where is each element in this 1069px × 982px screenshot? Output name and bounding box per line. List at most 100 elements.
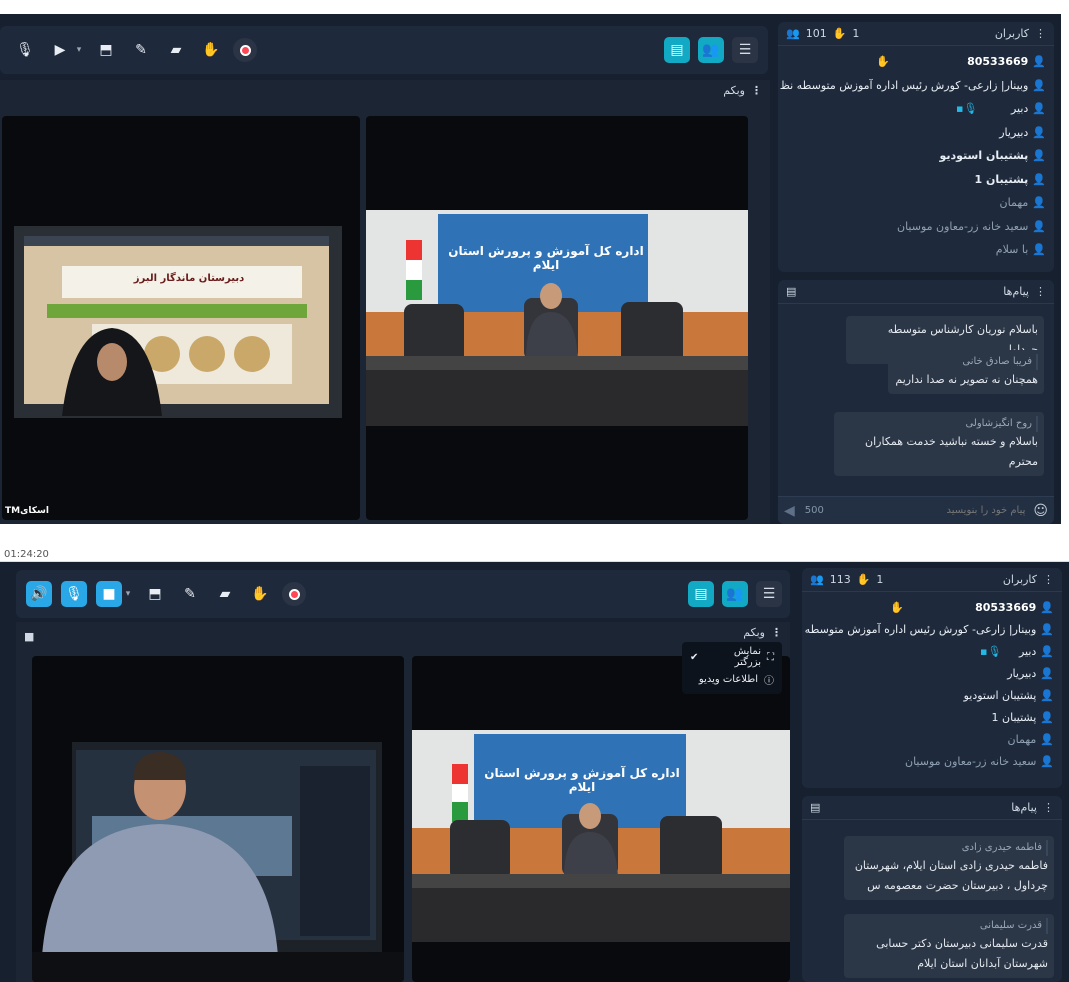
user-row[interactable]: 👤 وبینار| زارعی- کورش رئیس اداره آموزش مت… [802, 618, 1054, 640]
user-name: 80533669 [975, 600, 1037, 614]
main-toolbar: 🔊 🎙 ■ ▾ ⬒ ✎ ▰ ✋ ▤ 👥 ☰ [16, 570, 790, 618]
more-icon[interactable]: ⋮ [1043, 573, 1054, 586]
user-row[interactable]: 👤 80533669 ✋ [786, 50, 1046, 74]
user-row[interactable]: 👤 مهمان [786, 191, 1046, 215]
webcam-options-menu: ⛶ نمایش بزرگتر ✔ ⓘ اطلاعات ویدیو [682, 642, 782, 694]
message-text: باسلام و خسته نباشید خدمت همکاران محترم [865, 435, 1038, 468]
user-icon: 👤 [1032, 172, 1046, 186]
user-row[interactable]: 👤 با سلام [786, 238, 1046, 262]
user-row[interactable]: 👤 سعید خانه زر-معاون موسیان [810, 750, 1054, 772]
shared-screen-banner: دبیرستان ماندگار البرز [133, 273, 245, 284]
menu-item-video-info[interactable]: ⓘ اطلاعات ویدیو [690, 668, 774, 690]
camera-icon[interactable]: ■ [96, 581, 122, 607]
more-icon[interactable]: ⋮ [771, 626, 782, 639]
camera-off-icon[interactable]: ▶ [47, 37, 73, 63]
chat-icon[interactable]: ▤ [664, 37, 690, 63]
user-name: مهمان [999, 196, 1029, 210]
user-row[interactable]: 👤 پشتیبان استودیو [810, 684, 1054, 706]
users-icon: 👥 [786, 27, 800, 40]
raise-hand-icon: ✋ [890, 600, 904, 614]
speaker-icon[interactable]: 🔊 [26, 581, 52, 607]
video-tile-presenter[interactable]: TMاسکای دبیرستان ماندگار البرز [2, 116, 360, 520]
share-screen-icon[interactable]: ⬒ [142, 581, 168, 607]
user-row[interactable]: 👤 پشتیبان 1 [810, 706, 1054, 728]
user-row[interactable]: 👤 پشتیبان استودیو [786, 144, 1047, 168]
user-name: پشتیبان استودیو [939, 149, 1029, 163]
record-icon[interactable] [233, 38, 257, 62]
video-tile-presenter[interactable] [32, 656, 404, 982]
menu-icon[interactable]: ☰ [732, 37, 758, 63]
users-list: 👤 80533669 ✋ 👤 وبینار| زارعی- کورش رئیس ادا… [778, 46, 1054, 266]
message-text: فاطمه حیدری زادی استان ایلام، شهرستان چر… [854, 859, 1048, 892]
emoji-icon[interactable]: ☺ [1033, 503, 1048, 519]
user-row[interactable]: 👤 دبیر 🎙▪ [786, 97, 1046, 121]
user-icon: 👤 [1040, 644, 1054, 658]
chat-message: روح انگیزشاولی باسلام و خسته نباشید خدمت… [834, 412, 1044, 476]
folder-icon[interactable]: ▰ [163, 37, 189, 63]
send-icon[interactable]: ◀ [784, 503, 795, 519]
menu-item-label: نمایش بزرگتر [733, 646, 761, 668]
screenshot-bottom: 01:24:20 🔊 🎙 ■ ▾ ⬒ ✎ ▰ ✋ ▤ 👥 ☰ ■ وبکم ⋮ [0, 548, 1069, 982]
user-row[interactable]: 👤 پشتیبان 1 [786, 168, 1046, 192]
main-toolbar: 🎙 ▶ ▾ ⬒ ✎ ▰ ✋ ▤ 👥 ☰ [0, 26, 768, 74]
more-icon[interactable]: ⋮ [751, 84, 762, 97]
chat-header: ▤ پیام‌ها ⋮ [802, 796, 1062, 820]
folder-icon[interactable]: ▰ [212, 581, 238, 607]
char-counter: 500 [804, 505, 824, 516]
video-tile-room[interactable]: اداره کل آموزش و پرورش استان ایلام [412, 656, 790, 982]
video-tile-room[interactable]: اداره کل آموزش و پرورش استان ایلام [366, 116, 748, 520]
message-text: قدرت سلیمانی دبیرستان دکتر حسابی شهرستان… [876, 937, 1048, 970]
users-icon[interactable]: 👥 [722, 581, 748, 607]
brush-icon[interactable]: ✎ [177, 581, 203, 607]
user-icon: 👤 [1032, 196, 1046, 210]
user-row[interactable]: 👤 دبیریار [786, 121, 1046, 145]
message-author: قدرت سلیمانی [850, 918, 1048, 934]
more-icon[interactable]: ⋮ [1035, 285, 1046, 298]
users-panel: 👥 113 ✋ 1 کاربران ⋮ 👤 80533669 ✋ 👤 وبینار| … [802, 568, 1062, 788]
chevron-down-icon[interactable]: ▾ [74, 37, 84, 63]
raise-hand-icon[interactable]: ✋ [247, 581, 273, 607]
chat-panel: ▤ پیام‌ها ⋮ فاطمه حیدری زادی فاطمه حیدری … [802, 796, 1062, 982]
brush-icon[interactable]: ✎ [128, 37, 154, 63]
chat-input[interactable] [885, 505, 1026, 516]
chevron-down-icon[interactable]: ▾ [123, 581, 133, 607]
user-row[interactable]: 👤 دبیریار [810, 662, 1054, 684]
user-row[interactable]: 👤 سعید خانه زر-معاون موسیان [786, 215, 1046, 239]
user-row[interactable]: 👤 وبینار| زارعی- کورش رئیس اداره آموزش مت… [780, 74, 1046, 98]
user-name: دبیر [1018, 644, 1037, 658]
user-icon: 👤 [1040, 754, 1054, 768]
chat-message: فاطمه حیدری زادی فاطمه حیدری زادی استان … [844, 836, 1054, 900]
user-row[interactable]: 👤 دبیر 🎙▪ [810, 640, 1054, 662]
menu-item-label: اطلاعات ویدیو [698, 673, 758, 685]
user-icon: 👤 [1032, 125, 1046, 139]
user-name: پشتیبان استودیو [963, 688, 1037, 702]
webcam-panel: وبکم ⋮ TMاسکای دبیرستان ماندگار البرز اد… [0, 80, 770, 524]
webcam-title: وبکم ⋮ [743, 626, 782, 639]
users-count: 113 [829, 573, 851, 586]
webcam-title-text: وبکم [743, 626, 765, 639]
mic-icon[interactable]: 🎙 [61, 581, 87, 607]
raise-hand-icon[interactable]: ✋ [198, 37, 224, 63]
menu-icon[interactable]: ☰ [756, 581, 782, 607]
user-row[interactable]: 👤 80533669 ✋ [810, 596, 1054, 618]
chat-title: پیام‌ها [1011, 801, 1037, 814]
user-name: با سلام [995, 243, 1029, 257]
users-title: کاربران [1002, 573, 1037, 586]
users-icon[interactable]: 👥 [698, 37, 724, 63]
right-controls: ▤ 👥 ☰ [664, 37, 758, 63]
user-icon: 👤 [1032, 55, 1046, 69]
menu-item-fullscreen[interactable]: ⛶ نمایش بزرگتر ✔ [690, 646, 774, 668]
room-banner-text: اداره کل آموزش و پرورش استان ایلام [484, 766, 680, 794]
webcam-title-text: وبکم [723, 84, 745, 97]
chat-icon[interactable]: ▤ [688, 581, 714, 607]
more-icon[interactable]: ⋮ [1035, 27, 1046, 40]
share-screen-icon[interactable]: ⬒ [93, 37, 119, 63]
session-clock: 01:24:20 [4, 549, 49, 560]
user-row[interactable]: 👤 مهمان [810, 728, 1054, 750]
mic-off-icon[interactable]: 🎙 [12, 37, 38, 63]
screenshot-top: 🎙 ▶ ▾ ⬒ ✎ ▰ ✋ ▤ 👥 ☰ وبکم ⋮ TMاسکای دبیرس… [0, 14, 1061, 524]
watermark: TMاسکای [5, 506, 49, 516]
more-icon[interactable]: ⋮ [1043, 801, 1054, 814]
user-name: دبیریار [999, 125, 1029, 139]
record-icon[interactable] [282, 582, 306, 606]
